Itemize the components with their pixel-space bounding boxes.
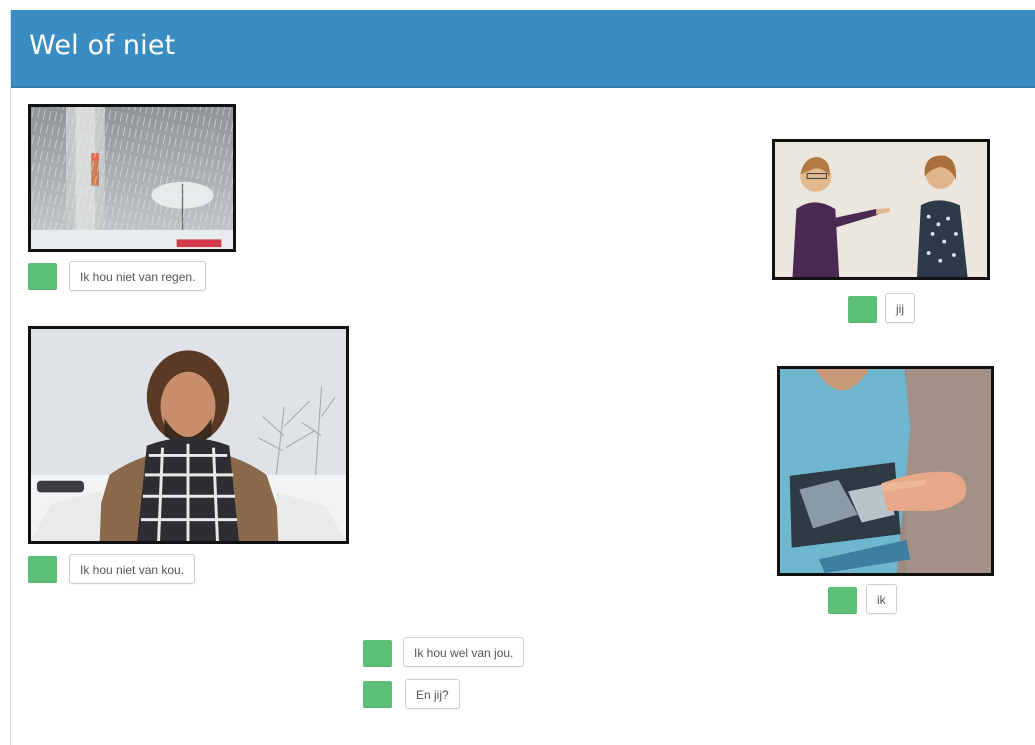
play-icon[interactable] <box>28 556 57 583</box>
header-bar: Wel of niet <box>11 10 1035 88</box>
phrase-button-kou[interactable]: Ik hou niet van kou. <box>69 554 196 584</box>
play-icon[interactable] <box>363 640 392 667</box>
man-in-snow-photo <box>28 326 349 544</box>
play-icon[interactable] <box>363 681 392 708</box>
phrase-button-en-jij[interactable]: En jij? <box>405 679 460 709</box>
pointing-at-self-photo <box>777 366 994 576</box>
phrase-button-jij[interactable]: jij <box>885 293 915 323</box>
play-icon[interactable] <box>28 263 57 290</box>
phrase-button-jou[interactable]: Ik hou wel van jou. <box>403 637 525 667</box>
page-title: Wel of niet <box>29 30 176 61</box>
phrase-button-ik[interactable]: ik <box>866 584 897 614</box>
play-icon[interactable] <box>848 296 877 323</box>
exercise-window: Wel of niet Ik hou niet van regen. jij I… <box>10 10 1035 745</box>
phrase-button-regen[interactable]: Ik hou niet van regen. <box>69 261 207 291</box>
pointing-at-person-photo <box>772 139 990 280</box>
rain-umbrella-photo <box>28 104 236 252</box>
play-icon[interactable] <box>828 587 857 614</box>
